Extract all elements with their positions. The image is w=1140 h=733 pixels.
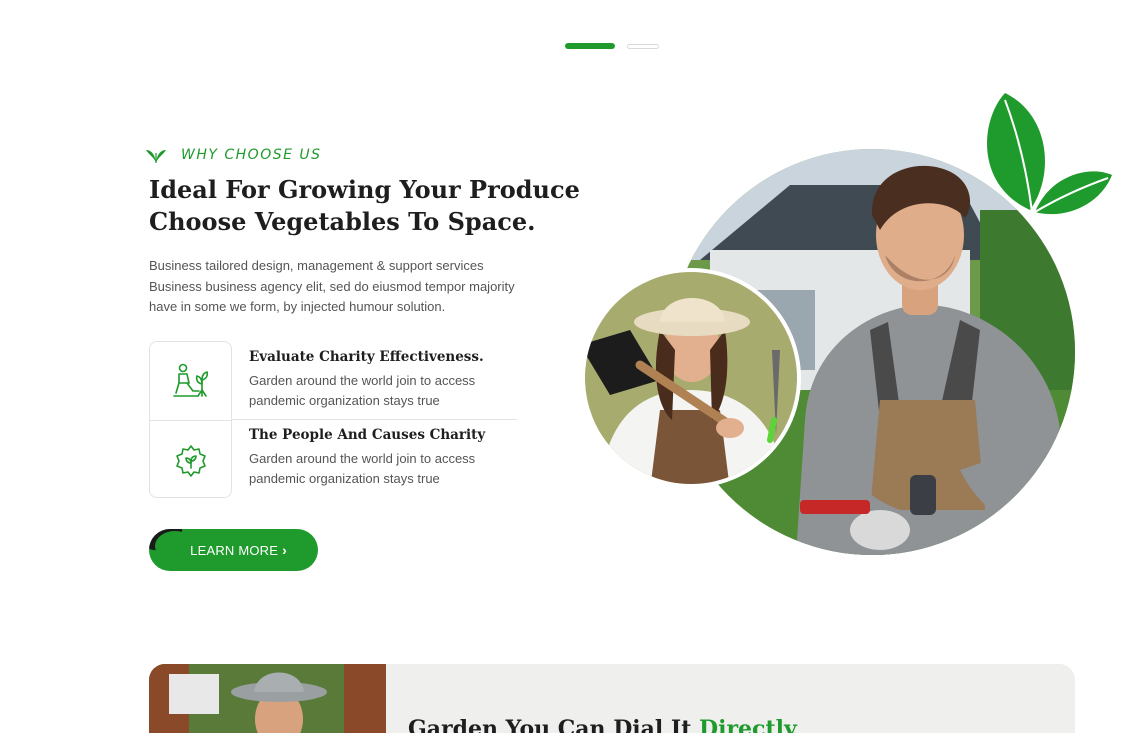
feature-icon-column [149, 341, 232, 498]
bottom-banner: Garden You Can Dial It Directly [149, 664, 1075, 733]
gardener-banner-photo [149, 664, 386, 733]
section-eyebrow: WHY CHOOSE US [145, 146, 322, 164]
learn-more-label: LEARN MORE [190, 542, 279, 558]
feature-icon-divider [150, 420, 232, 421]
feature-item: The People And Causes Charity Garden aro… [249, 427, 517, 489]
slider-dot-active[interactable] [565, 43, 615, 49]
feature-description: Garden around the world join to access p… [249, 373, 476, 408]
eyebrow-text: WHY CHOOSE US [181, 147, 322, 163]
hero-illustration [581, 93, 1112, 555]
slider-pagination [565, 43, 659, 49]
section-heading: Ideal For Growing Your Produce Choose Ve… [149, 174, 580, 238]
heading-line-2: Choose Vegetables To Space. [149, 207, 536, 236]
banner-title: Garden You Can Dial It Directly [408, 716, 797, 733]
section-intro: Business tailored design, management & s… [149, 258, 515, 314]
feature-title: The People And Causes Charity [249, 427, 486, 443]
feature-title: Evaluate Charity Effectiveness. [249, 349, 484, 365]
leaf-decoration [987, 93, 1112, 215]
gardener-icon [173, 363, 209, 397]
banner-title-accent: Directly [699, 716, 797, 733]
chevron-right-icon: › [282, 542, 287, 558]
feature-description: Garden around the world join to access p… [249, 451, 476, 486]
leaf-icon [146, 150, 166, 163]
banner-title-start: Garden You Can Dial It [408, 716, 700, 733]
feature-item: Evaluate Charity Effectiveness. Garden a… [249, 349, 517, 411]
slider-dot-inactive[interactable] [627, 43, 659, 49]
learn-more-button[interactable]: LEARN MORE › [149, 529, 318, 571]
flower-gear-icon [176, 445, 206, 477]
feature-separator [232, 419, 517, 420]
feature-list: Evaluate Charity Effectiveness. Garden a… [149, 341, 517, 498]
heading-line-1: Ideal For Growing Your Produce [149, 175, 580, 204]
